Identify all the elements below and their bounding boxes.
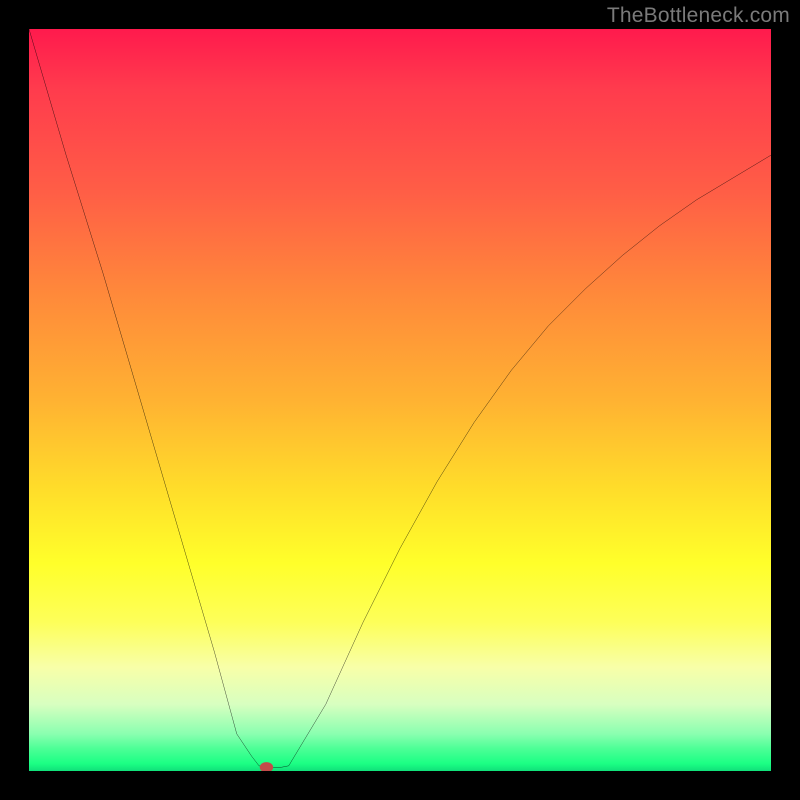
- annotation-layer: [260, 762, 273, 771]
- line-series: [29, 29, 771, 767]
- minimum-marker: [260, 762, 273, 771]
- bottleneck-line: [29, 29, 771, 767]
- watermark-text: TheBottleneck.com: [607, 4, 790, 28]
- curve-layer: [29, 29, 771, 771]
- chart-stage: TheBottleneck.com: [0, 0, 800, 800]
